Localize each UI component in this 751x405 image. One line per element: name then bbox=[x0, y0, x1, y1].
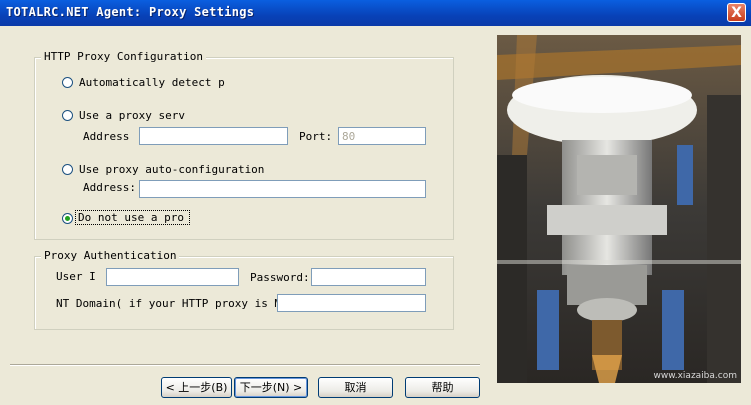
password-label: Password: bbox=[250, 271, 310, 284]
use-proxy-radio[interactable] bbox=[62, 110, 73, 121]
window-title: TOTALRC.NET Agent: Proxy Settings bbox=[6, 5, 255, 19]
port-label: Port: bbox=[299, 130, 333, 143]
proxy-auth-group-legend: Proxy Authentication bbox=[41, 249, 180, 262]
close-icon: X bbox=[731, 5, 742, 21]
auto-config-label[interactable]: Use proxy auto-configuration bbox=[79, 163, 264, 176]
separator bbox=[10, 364, 480, 366]
nt-domain-label: NT Domain( if your HTTP proxy is MS bbox=[56, 297, 288, 310]
address-input[interactable] bbox=[139, 127, 288, 145]
auto-config-address-input[interactable] bbox=[139, 180, 426, 198]
password-input[interactable] bbox=[311, 268, 426, 286]
help-button[interactable]: 帮助 bbox=[405, 377, 480, 398]
satellite-photo: www.xiazaiba.com bbox=[497, 35, 741, 383]
auto-config-radio[interactable] bbox=[62, 164, 73, 175]
user-id-input[interactable] bbox=[106, 268, 239, 286]
no-proxy-label[interactable]: Do not use a pro bbox=[75, 210, 190, 225]
next-button[interactable]: 下一步(N) > bbox=[234, 377, 308, 398]
back-button[interactable]: < 上一步(B) bbox=[161, 377, 232, 398]
use-proxy-label[interactable]: Use a proxy serv bbox=[79, 109, 185, 122]
http-proxy-group-legend: HTTP Proxy Configuration bbox=[41, 50, 206, 63]
watermark: www.xiazaiba.com bbox=[653, 371, 737, 381]
close-button[interactable]: X bbox=[727, 3, 746, 22]
nt-domain-input[interactable] bbox=[277, 294, 426, 312]
address-label: Address bbox=[83, 130, 130, 143]
title-bar: TOTALRC.NET Agent: Proxy Settings X bbox=[0, 0, 751, 26]
no-proxy-radio[interactable] bbox=[62, 213, 73, 224]
port-input[interactable] bbox=[338, 127, 426, 145]
auto-detect-label[interactable]: Automatically detect p bbox=[79, 76, 225, 89]
cancel-button[interactable]: 取消 bbox=[318, 377, 393, 398]
auto-config-address-label: Address: bbox=[83, 181, 136, 194]
satellite-illustration bbox=[497, 35, 741, 383]
user-id-label: User Id: bbox=[56, 270, 96, 283]
auto-detect-radio[interactable] bbox=[62, 77, 73, 88]
